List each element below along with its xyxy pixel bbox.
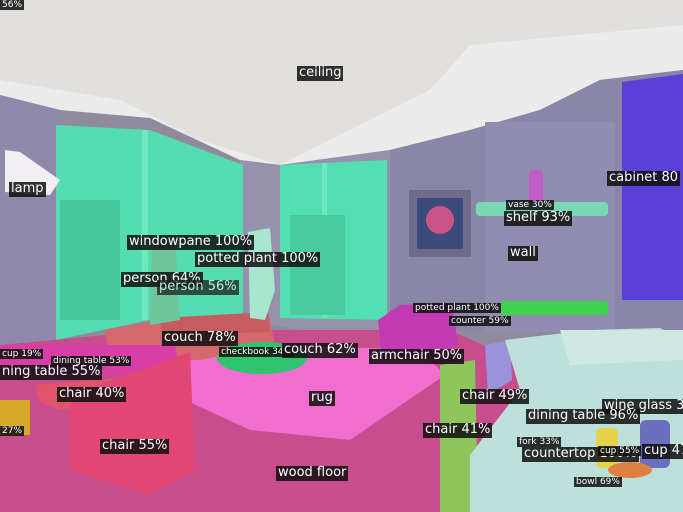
label-windowpane: windowpane 100%	[127, 234, 255, 250]
label-dining-table-55: ning table 55%	[0, 364, 103, 380]
label-chair-49: chair 49%	[460, 388, 530, 404]
label-shelf: shelf 93%	[504, 210, 573, 226]
label-wall: wall	[508, 245, 538, 261]
label-vase: vase 30%	[506, 200, 554, 211]
label-wood-floor: wood floor	[276, 465, 349, 481]
label-lamp: lamp	[9, 181, 46, 197]
label-ceiling: ceiling	[297, 65, 344, 81]
bowl-region	[608, 462, 652, 478]
label-chair-40: chair 40%	[57, 386, 127, 402]
label-rug: rug	[309, 390, 335, 406]
label-bowl: bowl 69%	[574, 477, 622, 488]
label-couch-62: couch 62%	[282, 342, 358, 358]
wall-left-region	[0, 95, 60, 345]
label-cup-19: cup 19%	[0, 349, 44, 360]
label-chair-55: chair 55%	[100, 438, 170, 454]
label-item-27: 27%	[0, 426, 25, 437]
painting-flowers	[426, 206, 454, 234]
label-cabinet: cabinet 80	[607, 170, 680, 186]
label-armchair: armchair 50%	[369, 348, 465, 364]
label-person-56: person 56%	[157, 279, 239, 295]
label-chair-41: chair 41%	[423, 422, 493, 438]
shelf-region	[500, 301, 608, 315]
wall-column	[485, 122, 615, 332]
label-potted-plant-small: potted plant 100%	[413, 303, 501, 314]
label-potted-plant-big: potted plant 100%	[195, 251, 321, 267]
label-couch-78: couch 78%	[162, 330, 238, 346]
cabinet-region	[622, 74, 683, 300]
window-buildings	[60, 200, 120, 320]
vase-region	[529, 170, 543, 204]
countertop-region	[560, 330, 683, 365]
label-cup-55: cup 55%	[598, 446, 642, 457]
label-counter: counter 59%	[449, 316, 511, 327]
label-cup-47: cup 47	[642, 443, 683, 459]
label-top-left: 56%	[0, 0, 25, 11]
window-mullion	[142, 130, 148, 320]
label-dining-table-96: dining table 96%	[526, 408, 641, 424]
